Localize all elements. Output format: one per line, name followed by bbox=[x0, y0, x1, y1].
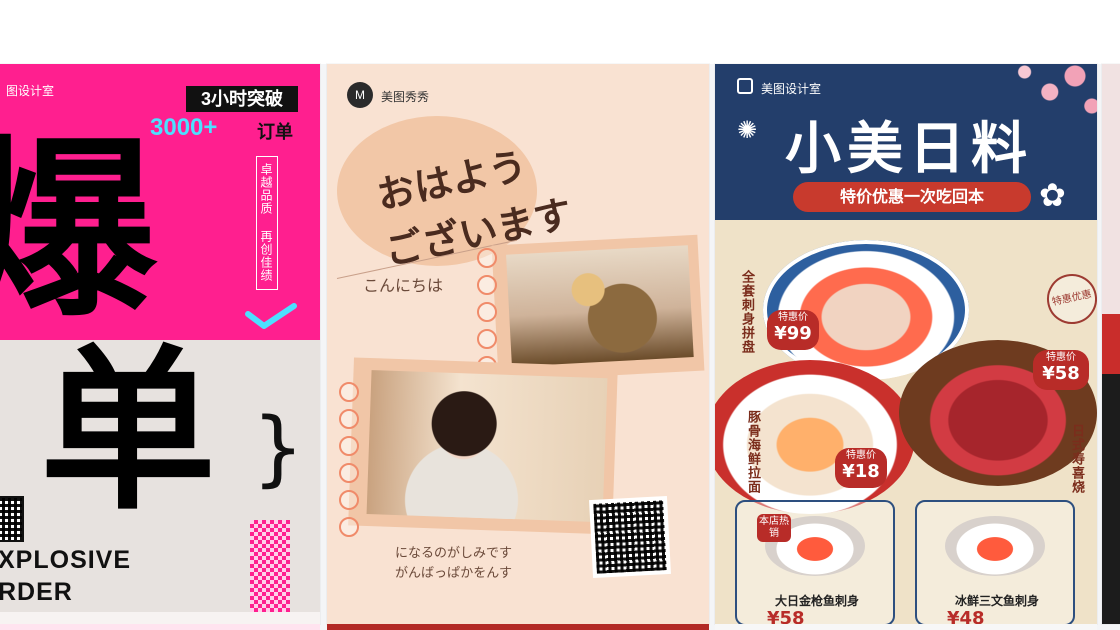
partial-dark-block bbox=[1102, 374, 1120, 624]
order-number: 3000+ bbox=[150, 114, 218, 141]
card-bottom-strip bbox=[0, 612, 320, 624]
top-bar bbox=[0, 0, 1120, 64]
price-tag-2: 特惠价 ¥58 bbox=[1033, 350, 1089, 390]
checkmark-icon bbox=[245, 303, 297, 329]
flower-icon: ✿ bbox=[1039, 176, 1066, 214]
dish-label-2: 豚骨海鲜拉面 bbox=[745, 410, 760, 494]
price-tag-3: 特惠价 ¥18 bbox=[835, 448, 887, 488]
brace-icon: } bbox=[252, 401, 305, 496]
brand-name: 美图秀秀 bbox=[381, 90, 430, 104]
template-gallery: 图设计室 3小时突破 3000+ 订单 爆 卓越品质 再创佳绩 单 } XPLO… bbox=[0, 0, 1120, 630]
vertical-tagline: 卓越品质 再创佳绩 bbox=[256, 156, 278, 290]
order-number-suffix: 订单 bbox=[257, 122, 293, 142]
brand-name: 图设计室 bbox=[6, 84, 55, 98]
qr-code-icon bbox=[589, 496, 671, 578]
best-seller-badge: 本店热销 bbox=[757, 514, 791, 542]
photo-image bbox=[506, 245, 694, 367]
brand-name: 美图设计室 bbox=[761, 82, 822, 96]
english-line-2: RDER bbox=[0, 578, 73, 606]
dish-image bbox=[945, 516, 1045, 576]
photo-dessert bbox=[491, 234, 705, 382]
title: 小美日料 bbox=[785, 117, 1033, 182]
checker-pattern bbox=[250, 520, 290, 616]
big-character-1: 爆 bbox=[0, 120, 156, 343]
item-name: 大日金枪鱼刺身 bbox=[774, 594, 859, 608]
price-value: ¥99 bbox=[774, 323, 812, 344]
design-lab-logo-icon bbox=[737, 78, 753, 94]
partial-red-block bbox=[1102, 314, 1120, 374]
next-row-card-peek-1 bbox=[0, 624, 320, 630]
item-name: 冰鲜三文鱼刺身 bbox=[954, 594, 1039, 608]
qr-code-icon bbox=[0, 496, 24, 542]
template-card-japanese-food[interactable]: 美图设计室 ✺ 小美日料 特价优惠一次吃回本 ✿ 特惠优惠 全套刺身拼盘 豚骨海… bbox=[715, 64, 1097, 624]
photo-image bbox=[366, 370, 608, 523]
bottom-item-card-2: 冰鲜三文鱼刺身 ¥48 bbox=[915, 500, 1075, 624]
big-character-2: 单 bbox=[40, 329, 217, 534]
headline-box: 3小时突破 bbox=[186, 86, 298, 112]
dish-label-1: 全套刺身拼盘 bbox=[739, 270, 754, 354]
template-card-partial[interactable] bbox=[1102, 64, 1120, 624]
subtitle: こんにちは bbox=[363, 276, 444, 295]
price-value: ¥18 bbox=[842, 461, 880, 482]
price-tag-1: 特惠价 ¥99 bbox=[767, 310, 819, 350]
english-line-1: XPLOSIVE bbox=[0, 546, 132, 574]
item-price: ¥48 bbox=[947, 608, 985, 624]
next-row-card-peek-3 bbox=[715, 624, 1097, 630]
dish-label-3: 日式寿喜烧 bbox=[1069, 424, 1084, 494]
bottom-item-card-1: 本店热销 大日金枪鱼刺身 ¥58 bbox=[735, 500, 895, 624]
next-row-card-peek-2 bbox=[327, 624, 709, 630]
flower-icon: ✺ bbox=[737, 116, 758, 144]
footer-text-2: がんばっぱかをんす bbox=[395, 566, 513, 581]
item-price: ¥58 bbox=[767, 608, 805, 624]
meitu-logo-icon: M bbox=[347, 82, 373, 108]
template-card-explosive-order[interactable]: 图设计室 3小时突破 3000+ 订单 爆 卓越品质 再创佳绩 单 } XPLO… bbox=[0, 64, 320, 624]
price-value: ¥58 bbox=[1042, 363, 1080, 384]
binder-rings bbox=[339, 382, 359, 544]
photo-portrait bbox=[348, 357, 618, 535]
footer-text-1: になるのがしみです bbox=[395, 546, 513, 561]
promo-ribbon: 特价优惠一次吃回本 bbox=[793, 182, 1031, 212]
template-card-japanese-greeting[interactable]: M 美图秀秀 おはよう ございます こんにちは になるのがしみです がんばっぱか… bbox=[327, 64, 709, 624]
